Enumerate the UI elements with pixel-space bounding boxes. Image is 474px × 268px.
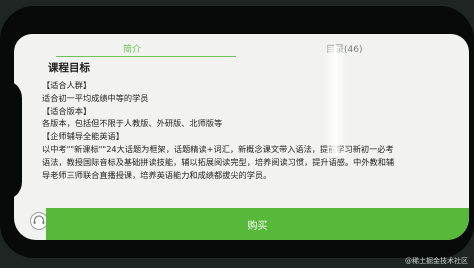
tab-intro[interactable]: 简介	[123, 42, 141, 55]
buy-button[interactable]: 购买	[46, 208, 469, 240]
buy-button-label: 购买	[247, 220, 268, 232]
text-line: 【企师辅导全能英语】	[42, 131, 124, 142]
text-line: 【适合人群】	[42, 80, 92, 90]
text-line: 适合初一平均成绩中等的学员	[42, 92, 149, 103]
text-line: 【适合版本】	[42, 105, 92, 116]
watermark: @稀土掘金技术社区	[405, 257, 468, 265]
text-line: 导老师三师联合直播授课，培养英语能力和成绩都拔尖的学员。	[42, 169, 272, 180]
phone-frame: 简介 目录(46) 课程目标 【适合人群】 适合初一平均成绩中等的学员 【适合版…	[0, 6, 474, 258]
text-line: 各版本，包括但不限于人教版、外研版、北师版等	[42, 118, 223, 129]
tab-bar: 简介 目录(46)	[14, 38, 469, 57]
screen-glare	[324, 46, 346, 156]
text-line: 语法，教授国际音标及基础拼读技能，辅以拓展阅读完型，培养阅读习惯，提升语感。中外…	[42, 156, 395, 167]
course-description: 课程目标 【适合人群】 适合初一平均成绩中等的学员 【适合版本】 各版本，包括但…	[42, 56, 462, 181]
section-title: 课程目标	[48, 62, 90, 74]
text-line: 以中考""新课标""24大话题为框架，话题精读+词汇，新概念课文带入语法，提前学…	[42, 143, 394, 154]
app-screen: 简介 目录(46) 课程目标 【适合人群】 适合初一平均成绩中等的学员 【适合版…	[14, 34, 469, 240]
phone-notch	[0, 80, 22, 200]
